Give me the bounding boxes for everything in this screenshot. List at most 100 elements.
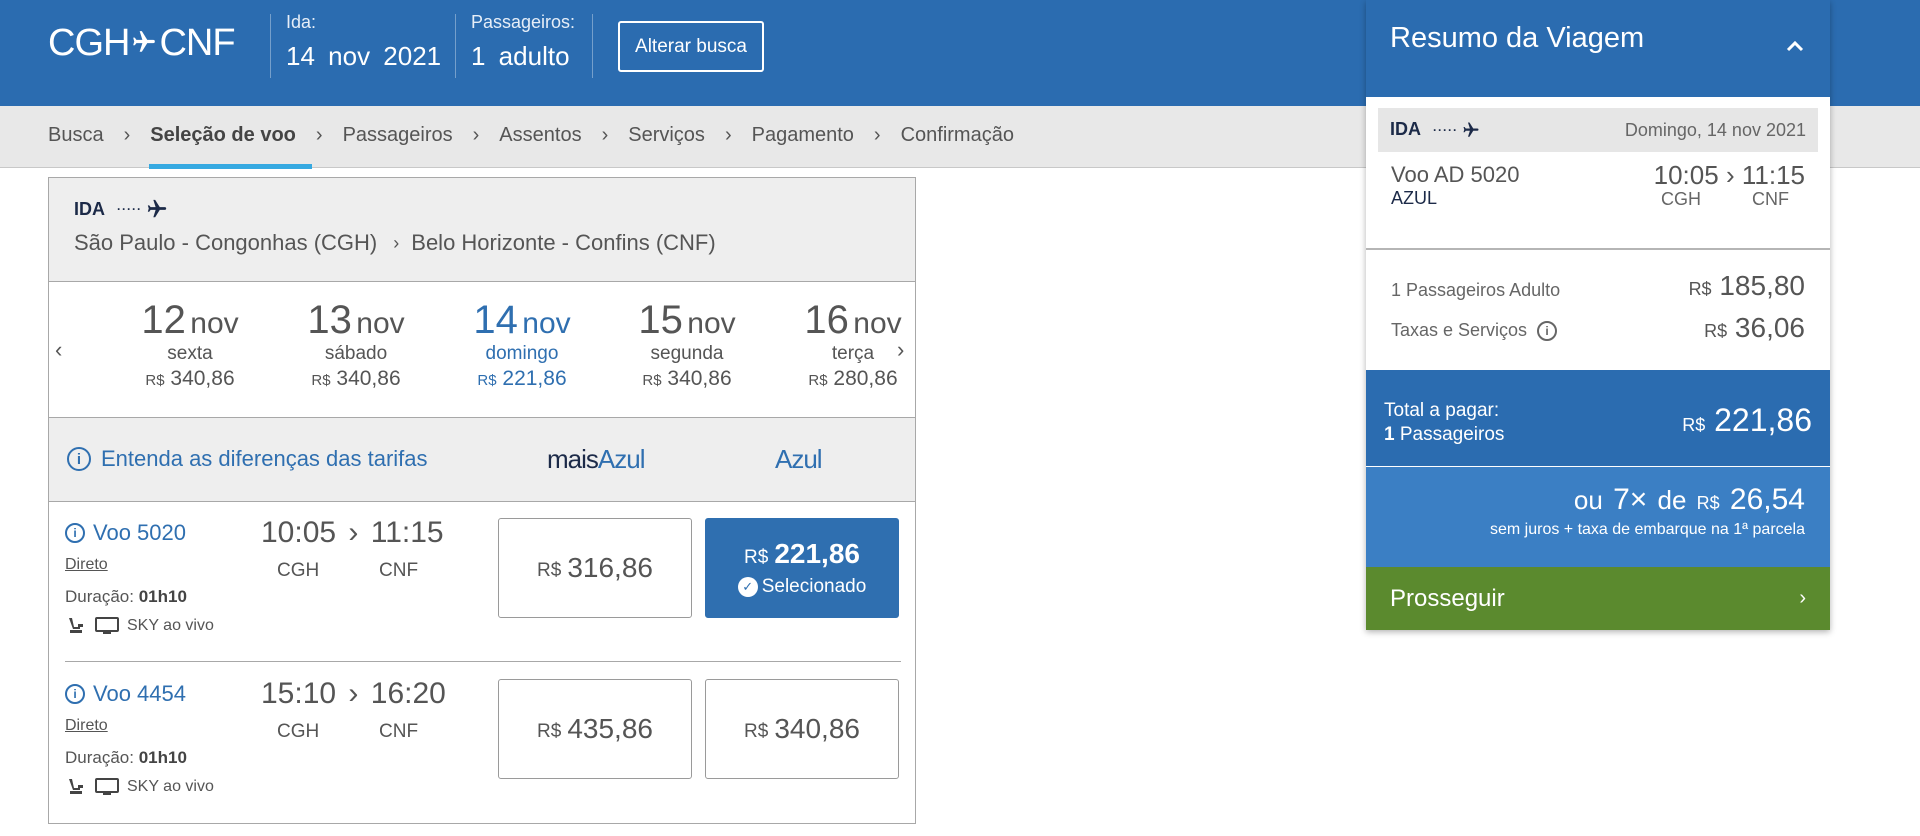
seat-icon [65,777,85,797]
breadcrumb-item-selecao-de-voo[interactable]: Seleção de voo [149,124,312,169]
installment-count: 7× [1613,483,1648,516]
installment-line: ou 7× de R$ 26,54 [1574,483,1805,517]
summary-times: 10:05 › 11:15 [1654,160,1805,191]
departure-code: CGH [277,721,320,742]
chevron-right-icon: › [393,232,400,253]
breadcrumb-item-assentos[interactable]: Assentos [499,124,581,147]
flight-name-link[interactable]: i Voo 4454 [65,681,186,707]
info-icon: i [67,447,91,471]
taxes-label-text: Taxas e Serviços [1391,320,1528,340]
summary-date: Domingo, 14 nov 2021 [1624,120,1806,140]
selected-label: Selecionado [761,576,867,597]
change-search-button[interactable]: Alterar busca [618,21,764,72]
info-icon[interactable]: i [1537,320,1558,341]
date-price: 340,86 [336,367,401,390]
summary-divider [1366,248,1830,250]
flight-times: 15:10 › 16:20 [261,677,446,711]
plane-icon [1462,121,1480,139]
fare-header: i Entenda as diferenças das tarifas mais… [49,418,915,502]
proceed-button[interactable]: Prosseguir › [1366,567,1830,630]
flight-type-link[interactable]: Direto [65,717,108,735]
date-weekday: domingo [485,343,559,364]
installment-note: sem juros + taxa de embarque na 1ª parce… [1490,521,1805,538]
chevron-right-icon: › [873,124,881,146]
trip-summary-panel: Resumo da Viagem IDA ····· Domingo, 14 n… [1366,0,1830,630]
plane-icon [131,22,157,65]
currency-symbol: R$ [1704,321,1728,341]
chevron-up-icon[interactable] [1780,30,1810,60]
amount-value: 185,80 [1719,270,1805,301]
departure-code: CGH [277,560,320,581]
chevron-right-icon: › [1799,587,1806,609]
date-weekday: sexta [167,343,213,364]
dotted-line: ····· [117,202,142,216]
chevron-right-icon: › [472,124,480,146]
arrival-code: CNF [379,721,419,742]
chevron-right-icon: › [315,124,323,146]
date-weekday: sábado [324,343,388,364]
currency-symbol: R$ [537,721,562,742]
date-day: 14 [473,298,518,342]
chevron-right-icon: › [724,124,732,146]
arrival-time: 11:15 [370,516,444,549]
fare-differences-link[interactable]: i Entenda as diferenças das tarifas [67,446,428,472]
breadcrumb-item-servicos[interactable]: Serviços [628,124,705,147]
date-option[interactable]: 16 nov terça R$ 280,86 [778,298,928,391]
date-option[interactable]: 13 nov sábado R$ 340,86 [281,298,431,391]
total-amount: R$ 221,86 [1682,402,1812,439]
duration-value: 01h10 [138,587,187,606]
flight-name-link[interactable]: i Voo 5020 [65,520,186,546]
breadcrumb-item-confirmacao[interactable]: Confirmação [901,124,1014,147]
date-day: 16 [804,298,849,342]
summary-arrival-code: CNF [1752,189,1789,209]
flight-duration: Duração: 01h10 [65,587,187,607]
breadcrumb-item-pagamento[interactable]: Pagamento [752,124,854,147]
summary-taxes-amount: R$ 36,06 [1704,312,1805,344]
summary-direction-text: IDA [1390,119,1421,139]
summary-taxes-label: Taxas e Serviços i [1391,320,1558,341]
summary-passengers-amount: R$ 185,80 [1689,270,1805,302]
date-option-selected[interactable]: 14 nov domingo R$ 221,86 [447,298,597,391]
plane-icon [146,198,168,220]
currency-symbol: R$ [744,721,769,742]
fare-azul-button[interactable]: R$ 340,86 [705,679,899,779]
selected-badge: ✓ Selecionado [737,576,867,598]
chevron-right-icon[interactable]: › [897,337,904,363]
summary-ida-bar: IDA ····· Domingo, 14 nov 2021 [1378,108,1818,152]
date-month: nov [356,307,405,340]
maisazul-logo-part2: Azul [597,444,646,474]
info-icon: i [65,684,85,704]
breadcrumb-item-busca[interactable]: Busca [48,124,104,147]
installment-de: de [1657,485,1687,515]
amenity-label: SKY ao vivo [127,778,214,795]
chevron-right-icon: › [601,124,609,146]
currency-symbol: R$ [808,372,828,389]
route-line: São Paulo - Congonhas (CGH) › Belo Horiz… [74,230,915,256]
direction-label: IDA ····· [74,198,915,220]
flight-amenities: SKY ao vivo [65,616,214,636]
chevron-right-icon: › [123,124,131,146]
trip-header: IDA ····· São Paulo - Congonhas (CGH) › … [49,178,915,282]
departure-time: 10:05 [261,516,337,549]
date-month: nov [687,307,736,340]
header-divider [455,14,456,78]
azul-logo: Azul [775,444,823,474]
total-label: Total a pagar: [1384,400,1500,421]
date-option[interactable]: 12 nov sexta R$ 340,86 [115,298,265,391]
flight-type-link[interactable]: Direto [65,556,108,574]
summary-flight-number: Voo AD 5020 [1391,162,1520,187]
date-month: nov [853,307,902,340]
flight-row: i Voo 4454 Direto Duração: 01h10 SKY ao … [49,665,917,825]
fare-maisazul-button[interactable]: R$ 316,86 [498,518,692,618]
destination-full: Belo Horizonte - Confins (CNF) [411,230,716,255]
maisazul-logo: maisAzul [547,444,646,475]
departure-time: 15:10 [261,677,337,710]
chevron-left-icon[interactable]: ‹ [55,337,62,363]
info-icon: i [65,523,85,543]
check-icon: ✓ [737,577,758,597]
date-option[interactable]: 15 nov segunda R$ 340,86 [612,298,762,391]
breadcrumb-item-passageiros[interactable]: Passageiros [343,124,453,147]
fare-amount: 435,86 [567,713,653,744]
fare-maisazul-button[interactable]: R$ 435,86 [498,679,692,779]
fare-azul-button-selected[interactable]: R$ 221,86 ✓ Selecionado [705,518,899,618]
